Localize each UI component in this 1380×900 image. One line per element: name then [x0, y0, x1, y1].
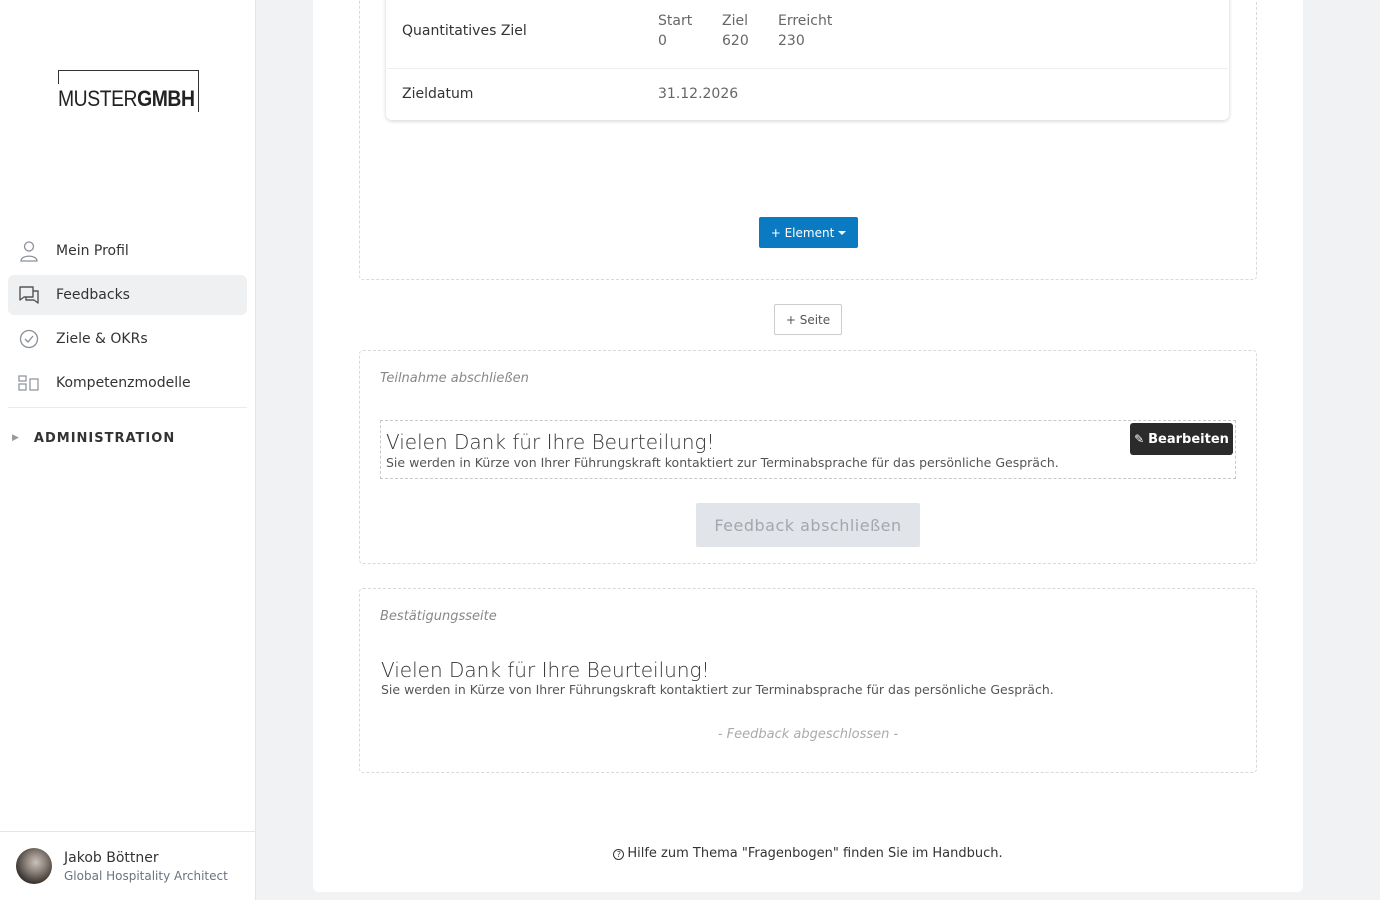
user-name: Jakob Böttner: [64, 850, 159, 866]
confirmation-text: Sie werden in Kürze von Ihrer Führungskr…: [381, 682, 1054, 697]
target-value: 620: [722, 33, 749, 49]
nav-item-label: Ziele & OKRs: [56, 331, 148, 347]
goal-date-label: Zieldatum: [402, 86, 474, 102]
user-role: Global Hospitality Architect: [64, 869, 228, 883]
logo-text-bold: GMBH: [137, 86, 195, 111]
edit-button[interactable]: ✎ Bearbeiten: [1130, 423, 1233, 455]
nav-admin-toggle[interactable]: ▶ ADMINISTRATION: [12, 428, 175, 448]
edit-label: Bearbeiten: [1148, 431, 1229, 447]
nav-item-mein-profil[interactable]: Mein Profil: [8, 231, 247, 271]
blocks-icon: [18, 372, 40, 394]
target-label: Ziel: [722, 13, 748, 29]
user-profile[interactable]: Jakob Böttner Global Hospitality Archite…: [0, 831, 255, 900]
add-page-button[interactable]: + Seite: [774, 304, 842, 335]
finish-feedback-button[interactable]: Feedback abschließen: [696, 503, 920, 547]
nav-item-ziele-okrs[interactable]: Ziele & OKRs: [8, 319, 247, 359]
help-footer[interactable]: ? Hilfe zum Thema "Fragenbogen" finden Si…: [313, 846, 1303, 861]
company-logo[interactable]: MUSTERGMBH: [58, 70, 199, 112]
feedback-closed-note: - Feedback abgeschlossen -: [717, 727, 899, 742]
thanks-heading: Vielen Dank für Ihre Beurteilung!: [386, 430, 715, 454]
quantitative-goal-label: Quantitatives Ziel: [402, 23, 527, 39]
confirmation-heading: Vielen Dank für Ihre Beurteilung!: [381, 658, 710, 682]
question-circle-icon: ?: [613, 849, 625, 860]
logo-text-light: MUSTER: [58, 86, 138, 111]
check-circle-icon: [18, 328, 40, 350]
nav-item-label: Kompetenzmodelle: [56, 375, 191, 391]
nav-divider: [8, 407, 247, 408]
chat-bubbles-icon: [18, 284, 40, 306]
sidebar: MUSTERGMBH Mein Profil Feedbacks Ziele &…: [0, 0, 256, 900]
main-nav: Mein Profil Feedbacks Ziele & OKRs Kompe…: [8, 231, 247, 407]
start-value: 0: [658, 33, 667, 49]
add-element-button[interactable]: + Element: [759, 217, 858, 248]
caret-down-icon: [838, 230, 847, 235]
reached-label: Erreicht: [778, 13, 833, 29]
admin-label: ADMINISTRATION: [33, 430, 176, 446]
nav-item-feedbacks[interactable]: Feedbacks: [8, 275, 247, 315]
reached-value: 230: [778, 33, 805, 49]
nav-item-label: Mein Profil: [56, 243, 129, 259]
add-element-label: + Element: [770, 225, 835, 240]
section-title: Teilnahme abschließen: [380, 371, 529, 386]
person-icon: [18, 240, 40, 262]
nav-item-kompetenzmodelle[interactable]: Kompetenzmodelle: [8, 363, 247, 403]
section-title: Bestätigungsseite: [380, 609, 497, 624]
avatar: [16, 848, 52, 884]
start-label: Start: [658, 13, 693, 29]
thanks-text: Sie werden in Kürze von Ihrer Führungskr…: [386, 455, 1059, 470]
goal-divider: [387, 68, 1228, 69]
caret-right-icon: ▶: [12, 433, 20, 443]
nav-item-label: Feedbacks: [56, 287, 130, 303]
help-text: Hilfe zum Thema "Fragenbogen" finden Sie…: [627, 846, 1003, 861]
pencil-icon: ✎: [1134, 432, 1145, 446]
goal-date-value: 31.12.2026: [658, 86, 739, 102]
